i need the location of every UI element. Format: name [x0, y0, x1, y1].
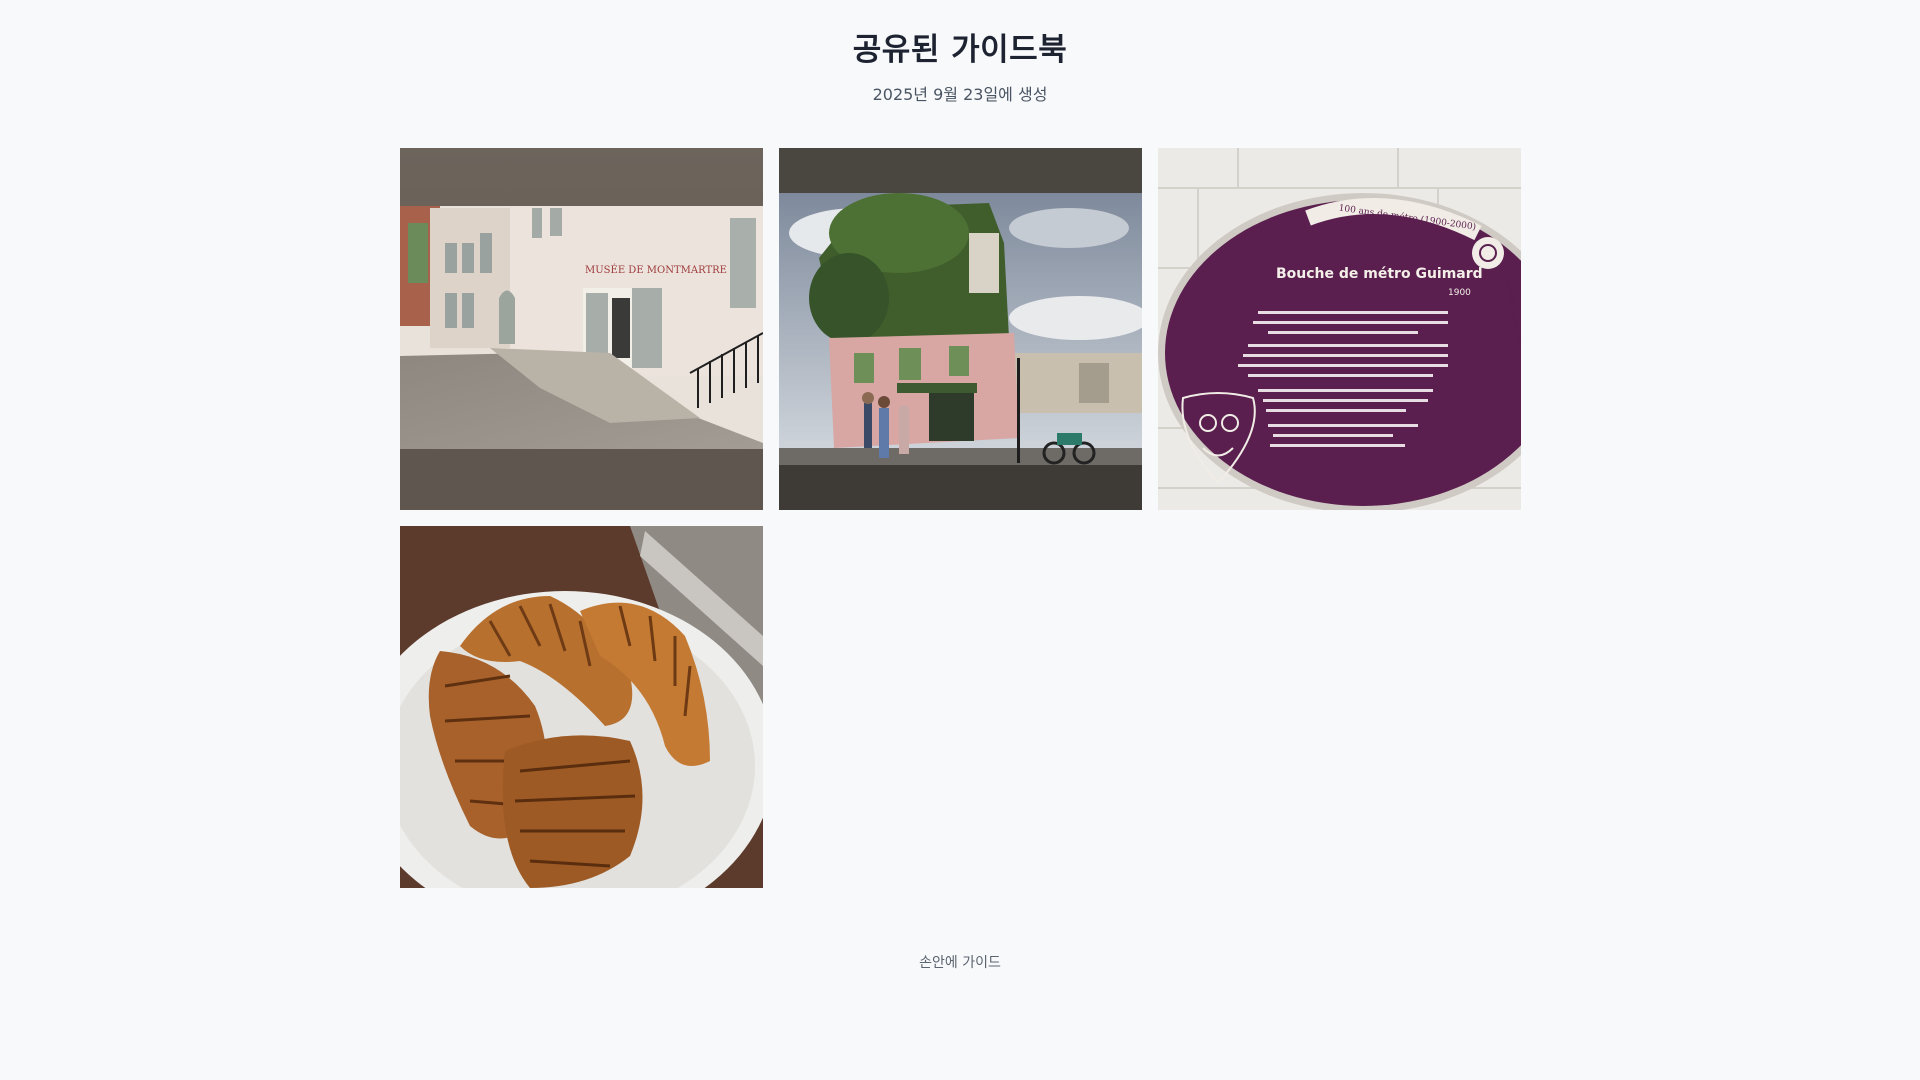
croissants-image	[400, 526, 763, 888]
plaque-year: 1900	[1448, 288, 1471, 298]
footer-brand: 손안에 가이드	[919, 955, 1001, 971]
page-title: 공유된 가이드북	[852, 32, 1068, 68]
photo-metro-guimard-plaque[interactable]: 100 ans de métro (1900-2000) Bouche de m…	[1158, 148, 1521, 510]
la-maison-rose-image	[779, 148, 1142, 510]
plaque-heading: Bouche de métro Guimard	[1276, 266, 1483, 282]
created-date: 2025년 9월 23일에 생성	[872, 85, 1048, 104]
page-header: 공유된 가이드북 2025년 9월 23일에 생성	[0, 0, 1920, 105]
photo-musee-de-montmartre[interactable]: MUSÉE DE MONTMARTRE	[400, 148, 763, 510]
photo-croissants[interactable]	[400, 526, 763, 888]
museum-sign-text: MUSÉE DE MONTMARTRE	[585, 264, 727, 276]
shared-guidebook-page: 공유된 가이드북 2025년 9월 23일에 생성 MUSÉE DE MONTM…	[0, 0, 1920, 1080]
metro-guimard-plaque-image: 100 ans de métro (1900-2000) Bouche de m…	[1158, 148, 1521, 510]
montmartre-museum-image: MUSÉE DE MONTMARTRE	[400, 148, 763, 510]
photo-gallery: MUSÉE DE MONTMARTRE 100 ans de métro (19…	[400, 148, 1521, 888]
photo-la-maison-rose[interactable]	[779, 148, 1142, 510]
